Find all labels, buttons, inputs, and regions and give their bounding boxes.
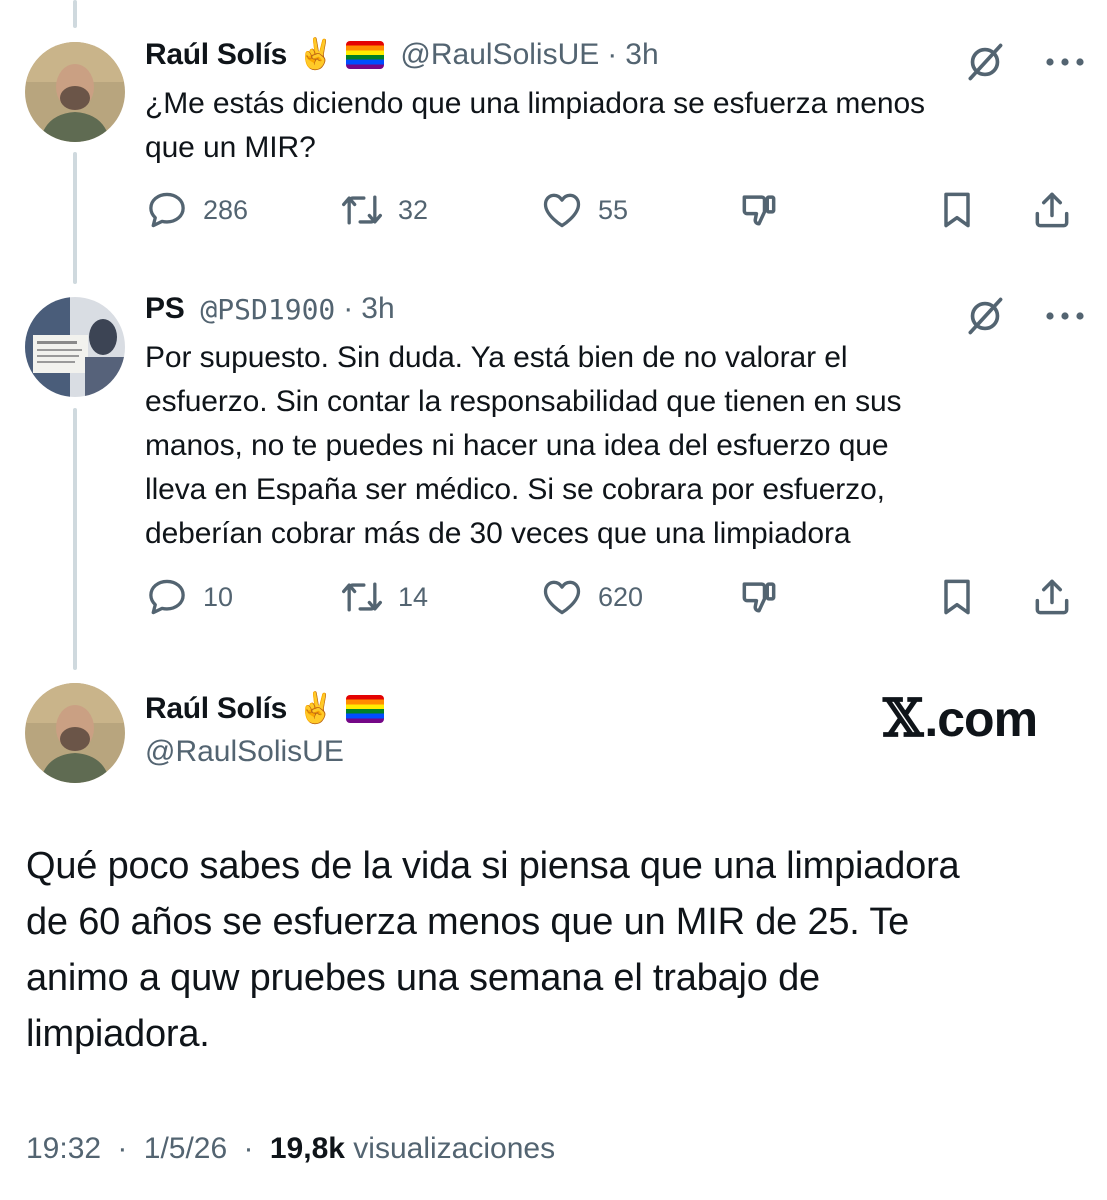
reply-count: 10 [203, 581, 234, 612]
heart-icon [540, 575, 584, 619]
rainbow-flag-icon [346, 41, 385, 69]
main-text-line: limpiadora. [26, 1013, 210, 1055]
bookmark-icon [935, 188, 979, 232]
repost-button[interactable]: 14 [340, 575, 428, 619]
post-date[interactable]: 1/5/26 [144, 1132, 227, 1165]
tweet2-text-line: manos, no te puedes ni hacer una idea de… [145, 429, 889, 462]
main-tweet-text: Qué poco sabes de la vida si piensa que … [26, 838, 1086, 1062]
like-count: 55 [598, 194, 629, 225]
x-logo-icon: 𝕏 [883, 688, 923, 749]
avatar-raul-solis-main[interactable] [25, 683, 125, 783]
tweet2-separator: · [343, 292, 354, 325]
like-count: 620 [598, 581, 644, 612]
tweet1-time[interactable]: 3h [625, 38, 658, 72]
bookmark-button[interactable] [935, 575, 979, 619]
repost-count: 14 [398, 581, 429, 612]
thread-line-middle [73, 152, 77, 284]
tweet2-text-line: Por supuesto. Sin duda. Ya está bien de … [145, 341, 848, 374]
avatar-raul-solis[interactable] [25, 42, 125, 142]
grok-slash-icon[interactable] [963, 294, 1007, 338]
reply-count: 286 [203, 194, 249, 225]
thumb-down-icon [737, 188, 781, 232]
reply-button[interactable]: 286 [145, 188, 248, 232]
main-author-name[interactable]: Raúl Solís [145, 692, 287, 726]
more-dots-icon[interactable] [1045, 311, 1085, 321]
speech-bubble-icon [145, 575, 189, 619]
tweet1-top-icons [963, 40, 1085, 84]
speech-bubble-icon [145, 188, 189, 232]
share-button[interactable] [1030, 188, 1074, 232]
dislike-button[interactable] [737, 188, 781, 232]
like-button[interactable]: 620 [540, 575, 643, 619]
tweet2-text-line: esfuerzo. Sin contar la responsabilidad … [145, 385, 902, 418]
repost-button[interactable]: 32 [340, 188, 428, 232]
tweet-metadata: 19:32 · 1/5/26 · 19,8k visualizaciones [26, 1132, 555, 1166]
tweet2-text-line: deberían cobrar más de 30 veces que una … [145, 517, 851, 550]
repost-arrows-icon [340, 575, 384, 619]
tweet2-actions: 10 14 620 [145, 575, 1080, 625]
thumb-down-icon [737, 575, 781, 619]
tweet1-author-name[interactable]: Raúl Solís [145, 38, 287, 72]
dislike-button[interactable] [737, 575, 781, 619]
thread-line-top [73, 0, 77, 28]
share-button[interactable] [1030, 575, 1074, 619]
like-button[interactable]: 55 [540, 188, 628, 232]
bookmark-icon [935, 575, 979, 619]
tweet1-text: ¿Me estás diciendo que una limpiadora se… [145, 82, 925, 170]
tweet1-handle[interactable]: @RaulSolisUE [400, 38, 599, 72]
tweet1-header: Raúl Solís ✌️ @RaulSolisUE · 3h [145, 38, 659, 72]
tweet2-text-line: lleva en España ser médico. Si se cobrar… [145, 473, 885, 506]
tweet2-text: Por supuesto. Sin duda. Ya está bien de … [145, 336, 902, 556]
x-com-watermark: 𝕏 .com [883, 688, 1038, 749]
tweet1-actions: 286 32 55 [145, 188, 1080, 238]
tweet2-top-icons [963, 294, 1085, 338]
tweet1-separator: · [607, 38, 618, 71]
rainbow-flag-icon [346, 695, 385, 723]
bookmark-button[interactable] [935, 188, 979, 232]
tweet2-time[interactable]: 3h [361, 292, 394, 326]
main-text-line: de 60 años se esfuerza menos que un MIR … [26, 901, 910, 943]
grok-slash-icon[interactable] [963, 40, 1007, 84]
tweet1-text-line: ¿Me estás diciendo que una limpiadora se… [145, 87, 925, 120]
repost-arrows-icon [340, 188, 384, 232]
view-count: 19,8k [269, 1132, 345, 1165]
main-handle[interactable]: @RaulSolisUE [145, 735, 344, 769]
main-text-line: Qué poco sabes de la vida si piensa que … [26, 845, 960, 887]
share-upload-icon [1030, 188, 1074, 232]
x-com-text: .com [924, 690, 1038, 747]
tweet1-text-line: que un MIR? [145, 131, 316, 164]
heart-icon [540, 188, 584, 232]
tweet2-header: PS @PSD1900 · 3h [145, 292, 395, 326]
victory-hand-emoji-icon: ✌️ [297, 38, 335, 71]
reply-button[interactable]: 10 [145, 575, 233, 619]
share-upload-icon [1030, 575, 1074, 619]
victory-hand-emoji-icon: ✌️ [297, 692, 335, 725]
views-label: visualizaciones [353, 1132, 556, 1165]
main-text-line: animo a quw pruebes una semana el trabaj… [26, 957, 820, 999]
repost-count: 32 [398, 194, 429, 225]
post-time[interactable]: 19:32 [26, 1132, 101, 1165]
avatar-ps[interactable] [25, 297, 125, 397]
meta-separator: · [117, 1132, 128, 1165]
tweet2-author-name[interactable]: PS [145, 292, 185, 326]
more-dots-icon[interactable] [1045, 57, 1085, 67]
meta-separator: · [243, 1132, 254, 1165]
main-author-row: Raúl Solís ✌️ [145, 692, 385, 726]
thread-line-bottom [73, 408, 77, 670]
tweet2-handle[interactable]: @PSD1900 [200, 293, 335, 326]
